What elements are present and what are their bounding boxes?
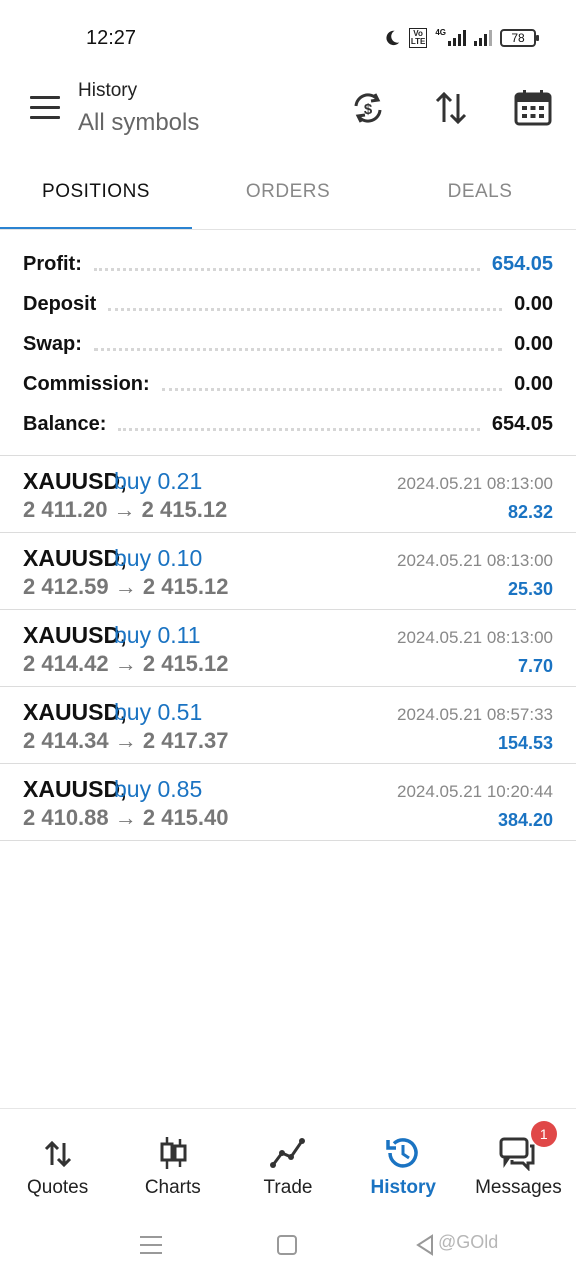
calendar-icon[interactable] [513,88,553,128]
position-time: 2024.05.21 08:57:33 [397,705,553,724]
position-row[interactable]: XAUUSD, buy 0.21 2 411.20 → 2 415.12 202… [0,456,576,533]
messages-badge: 1 [530,1121,557,1147]
summary-value: 0.00 [514,332,553,355]
system-nav-bar: @GOld [0,1216,576,1280]
tab-orders[interactable]: ORDERS [192,162,384,230]
home-icon[interactable] [277,1235,297,1255]
dot-leader [118,427,480,431]
position-symbol: XAUUSD, [23,622,127,648]
currency-sync-icon[interactable]: $ [348,88,388,128]
nav-quotes[interactable]: Quotes [0,1109,115,1216]
position-side: buy 0.11 [114,622,201,648]
position-time: 2024.05.21 08:13:00 [397,551,553,570]
menu-icon[interactable] [30,96,60,120]
trade-line-icon [268,1135,308,1171]
nav-label: Charts [144,1177,201,1198]
position-row[interactable]: XAUUSD, buy 0.10 2 412.59 → 2 415.12 202… [0,533,576,610]
summary-row-swap: Swap: 0.00 [0,324,576,364]
summary-label: Balance: [23,412,107,435]
tabs-divider [0,229,576,230]
summary-value: 0.00 [514,292,553,315]
nav-label: Trade [263,1177,313,1198]
summary-value: 0.00 [514,372,553,395]
summary-row-commission: Commission: 0.00 [0,364,576,404]
position-side: buy 0.85 [114,776,203,802]
position-side: buy 0.21 [114,468,203,494]
back-icon[interactable] [416,1234,434,1256]
nav-messages[interactable]: 1 Messages [461,1109,576,1216]
summary-panel: Profit: 654.05 Deposit 0.00 Swap: 0.00 C… [0,244,576,444]
summary-value: 654.05 [491,252,553,275]
dot-leader [108,307,503,311]
summary-label: Deposit [23,292,97,315]
position-symbol: XAUUSD, [23,699,127,725]
signal-icon [448,30,466,46]
position-symbol: XAUUSD, [23,776,127,802]
dot-leader [93,347,503,351]
history-icon [383,1135,423,1171]
nav-charts[interactable]: Charts [115,1109,230,1216]
quotes-icon [38,1135,78,1171]
status-icons: Vo LTE 4G 78 [383,26,539,50]
position-side: buy 0.10 [114,545,203,571]
position-prices: 2 412.59 → 2 415.12 [23,574,229,599]
position-profit: 82.32 [507,502,553,522]
position-symbol: XAUUSD, [23,545,127,571]
summary-row-deposit: Deposit 0.00 [0,284,576,324]
position-row[interactable]: XAUUSD, buy 0.85 2 410.88 → 2 415.40 202… [0,764,576,841]
sort-icon[interactable] [431,88,471,128]
position-profit: 384.20 [497,810,553,830]
position-profit: 25.30 [507,579,553,599]
dot-leader [93,267,480,271]
network-type-label: 4G [435,27,446,37]
candlestick-chart-icon [153,1135,193,1171]
positions-list: XAUUSD, buy 0.21 2 411.20 → 2 415.12 202… [0,456,576,841]
tab-bar: POSITIONS ORDERS DEALS [0,162,576,230]
tab-positions[interactable]: POSITIONS [0,162,192,230]
position-symbol: XAUUSD, [23,468,127,494]
status-bar: 12:27 Vo LTE 4G 78 [0,0,576,76]
dot-leader [161,387,503,391]
position-time: 2024.05.21 08:13:00 [397,628,553,647]
position-row[interactable]: XAUUSD, buy 0.51 2 414.34 → 2 417.37 202… [0,687,576,764]
position-prices: 2 414.42 → 2 415.12 [23,651,229,676]
position-prices: 2 414.34 → 2 417.37 [23,728,229,753]
moon-icon [386,30,400,46]
position-time: 2024.05.21 08:13:00 [397,474,553,493]
page-title: History [78,80,138,101]
app-bar: History All symbols $ [0,76,576,162]
nav-trade[interactable]: Trade [230,1109,345,1216]
svg-text:$: $ [364,101,373,118]
status-time: 12:27 [86,27,137,49]
tab-deals[interactable]: DEALS [384,162,576,230]
position-prices: 2 410.88 → 2 415.40 [23,805,229,830]
summary-label: Profit: [23,252,82,275]
nav-label: Messages [475,1177,562,1198]
nav-label: Quotes [26,1177,89,1198]
position-time: 2024.05.21 10:20:44 [397,782,553,801]
bottom-nav: Quotes Charts Trade History 1 Messages [0,1108,576,1216]
summary-row-profit: Profit: 654.05 [0,244,576,284]
watermark-text: @GOld [438,1232,499,1252]
summary-row-balance: Balance: 654.05 [0,404,576,444]
battery-icon: 78 [500,29,539,47]
summary-label: Commission: [23,372,150,395]
recent-apps-icon[interactable] [140,1236,162,1256]
position-prices: 2 411.20 → 2 415.12 [23,497,228,522]
position-side: buy 0.51 [114,699,203,725]
summary-label: Swap: [23,332,82,355]
nav-history[interactable]: History [346,1109,461,1216]
position-profit: 154.53 [497,733,553,753]
summary-value: 654.05 [491,412,553,435]
nav-label: History [370,1177,436,1198]
position-profit: 7.70 [517,656,553,676]
position-row[interactable]: XAUUSD, buy 0.11 2 414.42 → 2 415.12 202… [0,610,576,687]
symbol-filter[interactable]: All symbols [78,109,199,137]
signal-icon-secondary [474,30,492,46]
volte-icon: Vo LTE [408,28,428,48]
